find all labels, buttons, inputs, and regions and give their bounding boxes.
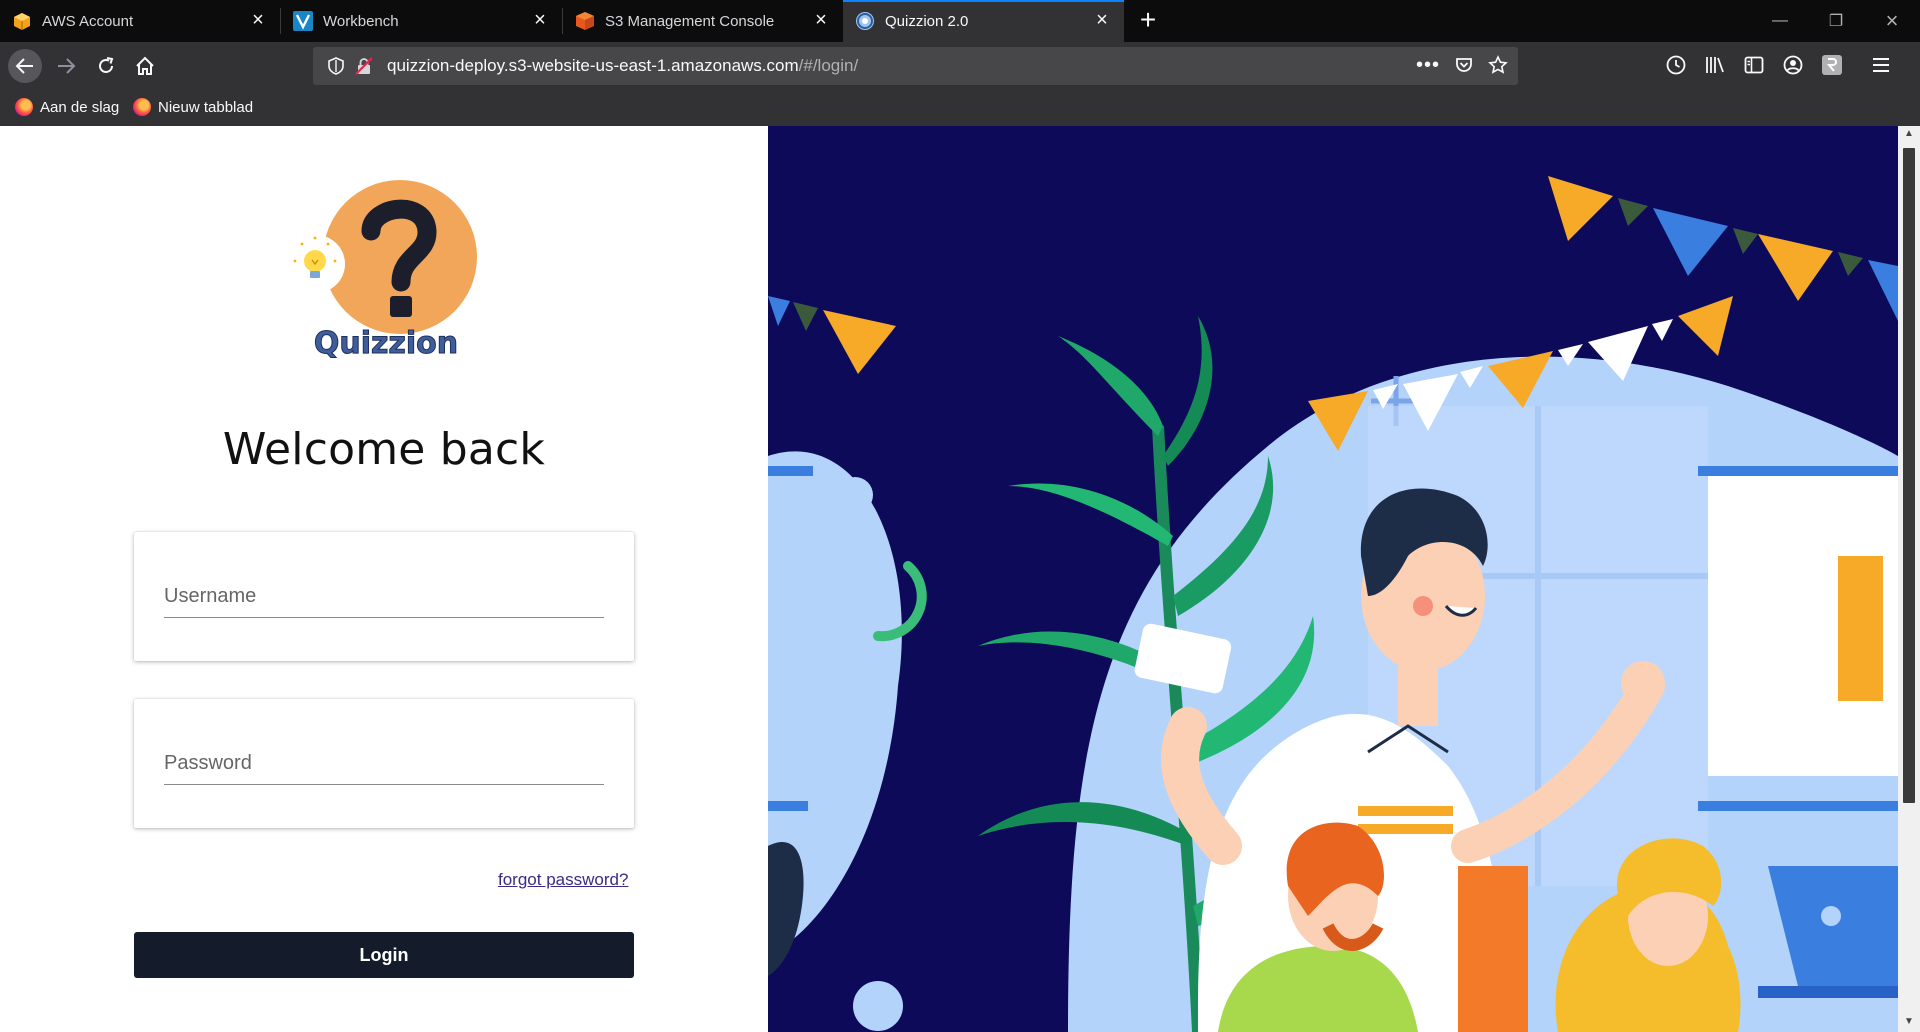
username-input[interactable] (164, 576, 604, 618)
library-icon[interactable] (1704, 54, 1726, 76)
history-clock-icon[interactable] (1665, 54, 1687, 76)
login-button[interactable]: Login (134, 932, 634, 978)
tab-label: S3 Management Console (605, 12, 775, 30)
password-card (134, 699, 634, 828)
quizzion-logo: Quizzion (287, 180, 477, 361)
url-path: /#/login/ (798, 56, 859, 75)
sidebar-icon[interactable] (1743, 54, 1765, 76)
tab-quizzion[interactable]: Quizzion 2.0 × (843, 0, 1124, 42)
login-panel: Quizzion Welcome back forgot password? L… (0, 126, 768, 1032)
extension-icon[interactable] (1821, 54, 1843, 76)
tab-workbench[interactable]: Workbench × (281, 0, 562, 42)
reload-button[interactable] (89, 49, 123, 83)
bookmarks-toolbar: Aan de slag Nieuw tabblad (0, 90, 1920, 126)
quizzion-swirl-icon (856, 12, 874, 30)
close-tab-icon[interactable]: × (248, 10, 268, 30)
tab-label: Workbench (323, 12, 399, 30)
home-button[interactable] (128, 49, 162, 83)
forward-button[interactable] (49, 49, 83, 83)
page-actions-icon[interactable]: ••• (1416, 55, 1440, 75)
account-icon[interactable] (1782, 54, 1804, 76)
tab-label: Quizzion 2.0 (885, 12, 969, 30)
password-input[interactable] (164, 743, 604, 785)
firefox-icon (133, 98, 151, 116)
menu-hamburger-icon[interactable] (1870, 54, 1892, 76)
page-content: Quizzion Welcome back forgot password? L… (0, 126, 1920, 1032)
close-tab-icon[interactable]: × (530, 10, 550, 30)
aws-box-icon (14, 13, 30, 30)
insecure-lock-icon[interactable] (355, 57, 373, 75)
arrow-right-icon (58, 58, 76, 74)
scrollbar-thumb[interactable] (1903, 148, 1915, 803)
logo-text: Quizzion (314, 326, 458, 361)
username-card (134, 532, 634, 661)
home-icon (136, 56, 154, 75)
s3-cube-icon (576, 12, 594, 30)
bookmark-label: Nieuw tabblad (158, 98, 254, 116)
bookmark-nieuw-tabblad[interactable]: Nieuw tabblad (133, 98, 253, 116)
shield-icon[interactable] (327, 57, 345, 75)
bookmark-label: Aan de slag (40, 98, 120, 116)
restore-icon[interactable]: ❐ (1808, 0, 1864, 42)
bookmark-aan-de-slag[interactable]: Aan de slag (15, 98, 119, 116)
url-text[interactable]: quizzion-deploy.s3-website-us-east-1.ama… (387, 56, 858, 76)
welcome-heading: Welcome back (222, 424, 546, 475)
address-bar[interactable]: quizzion-deploy.s3-website-us-east-1.ama… (313, 47, 1518, 85)
window-close-icon[interactable]: × (1864, 0, 1920, 42)
firefox-icon (15, 98, 33, 116)
tab-s3-console[interactable]: S3 Management Console × (563, 0, 843, 42)
navigation-toolbar: quizzion-deploy.s3-website-us-east-1.ama… (0, 42, 1920, 90)
new-tab-icon[interactable]: + (1133, 6, 1163, 36)
pocket-icon[interactable] (1454, 55, 1474, 75)
tab-strip: AWS Account × Workbench × S3 Management … (0, 0, 1920, 42)
forgot-password-link[interactable]: forgot password? (498, 870, 628, 890)
close-tab-icon[interactable]: × (1092, 10, 1112, 30)
workbench-v-icon (293, 11, 313, 31)
login-illustration (768, 126, 1898, 1032)
window-controls: — ❐ × (1752, 0, 1920, 42)
tab-label: AWS Account (42, 12, 134, 30)
reload-icon (99, 57, 114, 73)
back-button[interactable] (8, 49, 42, 83)
scroll-up-icon[interactable]: ▲ (1903, 128, 1915, 140)
close-tab-icon[interactable]: × (811, 10, 831, 30)
arrow-left-icon (15, 58, 33, 74)
url-host: quizzion-deploy.s3-website-us-east-1.ama… (387, 56, 799, 75)
page-scrollbar[interactable]: ▲ ▼ (1898, 126, 1920, 1032)
tab-aws-account[interactable]: AWS Account × (0, 0, 280, 42)
minimize-icon[interactable]: — (1752, 0, 1808, 42)
bookmark-star-icon[interactable] (1488, 55, 1508, 75)
scroll-down-icon[interactable]: ▼ (1903, 1016, 1915, 1028)
